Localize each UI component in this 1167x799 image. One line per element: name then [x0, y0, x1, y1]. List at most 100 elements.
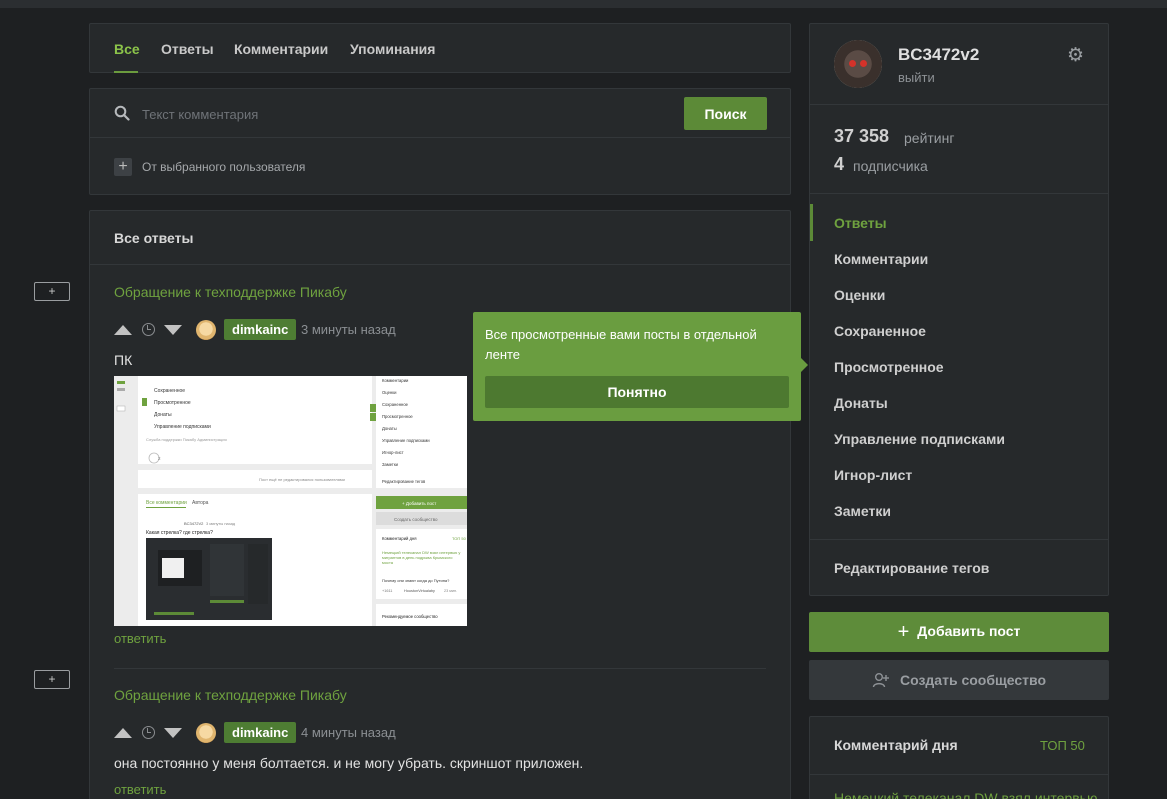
- shot-text: Пост ещё не редактировался пользователям…: [259, 477, 345, 482]
- comment-time[interactable]: 3 минуты назад: [301, 322, 396, 337]
- rating-value: 37 358: [834, 126, 890, 146]
- rating-label: рейтинг: [904, 130, 955, 146]
- tooltip-ok-button[interactable]: Понятно: [485, 376, 789, 408]
- avatar[interactable]: [196, 723, 216, 743]
- shot-text: ТОП 50: [452, 536, 467, 541]
- top-bar: [0, 0, 1167, 8]
- downvote-icon[interactable]: [164, 728, 182, 738]
- comment-meta: dimkainc 3 минуты назад: [114, 319, 414, 341]
- comment-time[interactable]: 4 минуты назад: [301, 725, 396, 740]
- reply-link[interactable]: ответить: [114, 631, 166, 646]
- profile-panel: BC3472v2 выйти ⚙ 37 358 рейтинг 4 подпис…: [809, 23, 1109, 596]
- onboarding-tooltip: Все просмотренные вами посты в отдельной…: [473, 312, 808, 421]
- clock-icon[interactable]: [142, 726, 155, 739]
- shot-text: Управление подписками: [382, 438, 430, 443]
- divider: [810, 104, 1108, 105]
- subscribers-value: 4: [834, 154, 845, 174]
- menu-item-notes[interactable]: Заметки: [834, 503, 891, 519]
- menu-item-viewed[interactable]: Просмотренное: [834, 359, 944, 375]
- shot-text: Рекомендуемое сообщество: [382, 614, 438, 619]
- post-title-link[interactable]: Обращение к техподдержке Пикабу: [114, 687, 347, 703]
- screenshot-graphic: Сохраненное Просмотренное Донаты Управле…: [114, 376, 467, 626]
- divider: [810, 539, 1108, 540]
- shot-text: + Добавить пост: [402, 501, 436, 506]
- upvote-icon[interactable]: [114, 325, 132, 335]
- add-user-icon: [872, 673, 889, 688]
- tab-answers[interactable]: Ответы: [161, 41, 214, 57]
- add-user-filter-icon[interactable]: +: [114, 158, 132, 176]
- avatar[interactable]: [834, 40, 882, 88]
- answers-heading: Все ответы: [114, 230, 194, 246]
- clock-icon[interactable]: [142, 323, 155, 336]
- shot-text: Какая стрелка? где стрелка?: [146, 530, 213, 536]
- shot-text: Донаты: [382, 426, 397, 431]
- divider: [114, 668, 766, 669]
- create-community-button[interactable]: Создать сообщество: [809, 660, 1109, 700]
- avatar-eye: [860, 60, 867, 67]
- top-50-link[interactable]: ТОП 50: [1040, 738, 1085, 753]
- menu-item-subscriptions[interactable]: Управление подписками: [834, 431, 1005, 447]
- add-post-label: Добавить пост: [917, 622, 1021, 639]
- search-icon: [114, 105, 130, 121]
- shot-text: Комментарий дня: [382, 536, 417, 541]
- downvote-icon[interactable]: [164, 325, 182, 335]
- menu-item-ratings[interactable]: Оценки: [834, 287, 885, 303]
- comment-meta: dimkainc 4 минуты назад: [114, 722, 414, 744]
- shot-text: 3 минуты назад: [206, 521, 236, 526]
- comment-text: ПК: [114, 352, 133, 368]
- shot-text: Управление подписками: [154, 424, 211, 430]
- gear-icon[interactable]: ⚙: [1067, 46, 1084, 65]
- tooltip-text: Все просмотренные вами посты в отдельной…: [485, 327, 757, 362]
- avatar-eye: [849, 60, 856, 67]
- comment-text: она постоянно у меня болтается. и не мог…: [114, 755, 584, 771]
- subscribers-label: подписчика: [853, 158, 928, 174]
- menu-item-comments[interactable]: Комментарии: [834, 251, 928, 267]
- shot-text: Комментарии: [382, 378, 409, 383]
- shot-text: Все комментарии: [146, 500, 187, 506]
- tab-all[interactable]: Все: [114, 41, 140, 57]
- shot-text: Просмотренное: [154, 400, 191, 406]
- comment-of-day-link[interactable]: Немецкий телеканал DW взял интервью: [834, 790, 1097, 799]
- username-badge[interactable]: dimkainc: [224, 722, 297, 743]
- menu-item-ignore-list[interactable]: Игнор-лист: [834, 467, 912, 483]
- profile-username[interactable]: BC3472v2: [898, 45, 979, 65]
- create-community-label: Создать сообщество: [899, 672, 1047, 688]
- collapse-button[interactable]: +: [34, 282, 70, 301]
- menu-item-saved[interactable]: Сохраненное: [834, 323, 926, 339]
- shot-text: Заметки: [382, 462, 399, 467]
- shot-text: Игнор-лист: [382, 450, 404, 455]
- search-button[interactable]: Поиск: [684, 97, 767, 130]
- shot-text: Немецкий телеканал DW взял интервью у ми…: [382, 550, 461, 565]
- search-panel: Поиск + От выбранного пользователя: [89, 88, 791, 195]
- logout-link[interactable]: выйти: [898, 70, 935, 85]
- menu-item-edit-tags[interactable]: Редактирование тегов: [834, 560, 989, 576]
- shot-text: Сохраненное: [154, 388, 185, 394]
- comment-screenshot-image[interactable]: Сохраненное Просмотренное Донаты Управле…: [114, 376, 467, 626]
- divider: [90, 137, 790, 138]
- active-tab-underline: [114, 71, 138, 73]
- shot-text: Служба поддержки Пикабу Администрация: [146, 437, 227, 442]
- shot-text: +1611: [382, 589, 392, 593]
- post-title-link[interactable]: Обращение к техподдержке Пикабу: [114, 284, 347, 300]
- shot-text: Донаты: [154, 412, 172, 418]
- username-badge[interactable]: dimkainc: [224, 319, 297, 340]
- add-post-button[interactable]: + Добавить пост: [809, 612, 1109, 652]
- menu-item-donations[interactable]: Донаты: [834, 395, 888, 411]
- reply-link[interactable]: ответить: [114, 782, 166, 797]
- collapse-button[interactable]: +: [34, 670, 70, 689]
- comment-of-day-panel: Комментарий дня ТОП 50 Немецкий телекана…: [809, 716, 1109, 799]
- tab-comments[interactable]: Комментарии: [234, 41, 328, 57]
- upvote-icon[interactable]: [114, 728, 132, 738]
- avatar[interactable]: [196, 320, 216, 340]
- shot-text: HoustonVirtualaby: [404, 589, 435, 593]
- shot-text: Сохраненное: [382, 402, 409, 407]
- shot-text: Просмотренное: [382, 414, 413, 419]
- shot-text: Автора: [192, 500, 209, 506]
- search-input[interactable]: [142, 99, 672, 129]
- menu-item-answers[interactable]: Ответы: [834, 215, 887, 231]
- divider: [90, 264, 790, 265]
- comment-of-day-title: Комментарий дня: [834, 737, 958, 753]
- active-menu-marker: [810, 204, 813, 241]
- from-user-filter[interactable]: От выбранного пользователя: [142, 160, 305, 174]
- tab-mentions[interactable]: Упоминания: [350, 41, 435, 57]
